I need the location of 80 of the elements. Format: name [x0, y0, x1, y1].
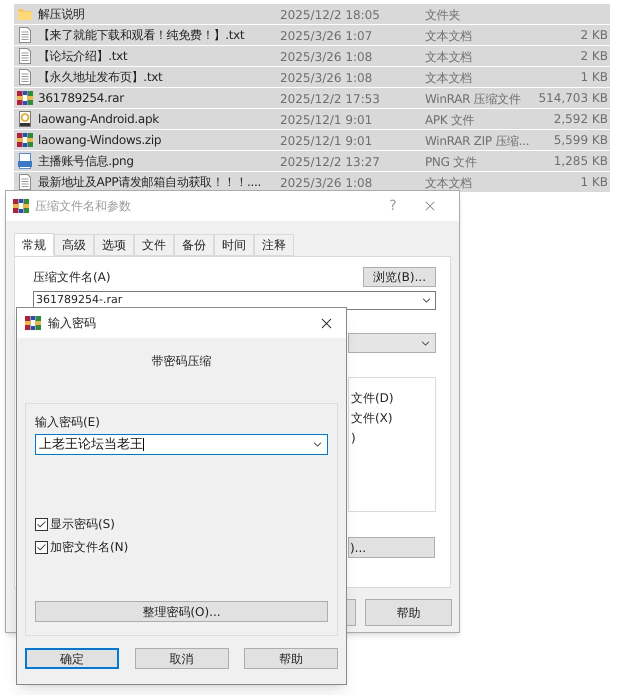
file-row[interactable]: 【论坛介绍】.txt 2025/3/26 1:08 文本文档 2 KB [14, 46, 610, 67]
organize-passwords-button[interactable]: 整理密码(O)... [35, 601, 328, 622]
file-date: 2025/3/26 1:07 [280, 29, 372, 43]
books-icon [13, 198, 29, 214]
file-type: 文件夹 [425, 8, 460, 22]
file-type: 文本文档 [425, 71, 472, 85]
books-icon [17, 90, 33, 106]
file-size: 2 KB [580, 48, 608, 65]
file-name: 最新地址及APP请发邮箱自动获取！！！.... [38, 174, 262, 191]
file-date: 2025/12/1 9:01 [280, 134, 372, 148]
file-type: 文本文档 [425, 176, 472, 190]
password-field[interactable]: 上老王论坛当老王 [35, 434, 328, 455]
file-type: 文本文档 [425, 29, 472, 43]
file-row[interactable]: 【来了就能下载和观看！纯免费！】.txt 2025/3/26 1:07 文本文档 2 KB [14, 25, 610, 46]
tab[interactable]: 备份 [174, 234, 214, 256]
field-label: 输入密码(E) [35, 414, 101, 431]
browse-button[interactable]: 浏览(B)... [363, 267, 436, 287]
file-name: 解压说明 [38, 6, 85, 23]
file-name: laowang-Android.apk [38, 111, 159, 128]
file-row[interactable]: 【永久地址发布页】.txt 2025/3/26 1:08 文本文档 1 KB [14, 67, 610, 88]
field-label: 压缩文件名(A) [33, 269, 111, 286]
file-date: 2025/12/2 18:05 [280, 8, 380, 22]
file-size: 5,599 KB [554, 132, 608, 149]
file-name: laowang-Windows.zip [38, 132, 162, 149]
file-row[interactable]: 解压说明 2025/12/2 18:05 文件夹 [14, 4, 610, 25]
checkbox[interactable] [35, 518, 48, 530]
file-size: 1,285 KB [554, 153, 608, 170]
checkbox[interactable] [35, 540, 48, 554]
file-size: 514,703 KB [538, 90, 608, 107]
tab[interactable]: 常规 [14, 233, 54, 256]
file-type: WinRAR 压缩文件 [425, 92, 520, 106]
option-label: 文件(X) [351, 410, 394, 427]
file-date: 2025/12/1 9:01 [280, 113, 372, 127]
document-icon [17, 48, 33, 64]
file-size: 1 KB [580, 174, 608, 191]
file-row[interactable]: laowang-Windows.zip 2025/12/1 9:01 WinRAR ZIP 压缩... 5,599 KB [14, 130, 610, 151]
folder-icon [17, 6, 33, 22]
dialog-button[interactable]: 取消 [134, 648, 228, 669]
dialog-button[interactable]: 帮助 [244, 648, 338, 669]
file-size: 2 KB [580, 27, 608, 44]
file-row[interactable]: 主播账号信息.png 2025/12/2 13:27 PNG 文件 1,285 KB [14, 151, 610, 172]
panel-button[interactable]: )... [348, 537, 435, 558]
document-icon [17, 27, 33, 43]
books-icon [25, 315, 41, 331]
checkbox-label: 加密文件名(N) [50, 539, 128, 556]
books-icon [17, 132, 33, 148]
file-type: WinRAR ZIP 压缩... [425, 134, 530, 148]
help-button[interactable]: 帮助 [365, 599, 452, 626]
window-title: 压缩文件名和参数 [35, 198, 132, 215]
file-name: 【来了就能下载和观看！纯免费！】.txt [38, 27, 244, 44]
document-icon [17, 69, 33, 85]
image-file-icon [17, 153, 33, 169]
file-size: 2,592 KB [554, 111, 608, 128]
file-date: 2025/3/26 1:08 [280, 176, 372, 190]
tab[interactable]: 高级 [54, 234, 94, 256]
file-type: PNG 文件 [425, 155, 477, 169]
file-date: 2025/12/2 13:27 [280, 155, 380, 169]
file-name: 主播账号信息.png [38, 153, 134, 170]
dialog-heading: 带密码压缩 [150, 353, 212, 370]
file-name: 【永久地址发布页】.txt [38, 69, 162, 86]
window-title: 输入密码 [48, 315, 97, 332]
tab[interactable]: 时间 [214, 234, 254, 256]
file-name: 【论坛介绍】.txt [38, 48, 128, 65]
file-date: 2025/12/2 17:53 [280, 92, 380, 106]
file-type: 文本文档 [425, 50, 472, 64]
file-size: 1 KB [580, 69, 608, 86]
file-row[interactable]: laowang-Android.apk 2025/12/1 9:01 APK 文件 2,592 KB [14, 109, 610, 130]
file-row[interactable]: 361789254.rar 2025/12/2 17:53 WinRAR 压缩文件 514,703 KB [14, 88, 610, 109]
option-label: ) [351, 430, 357, 447]
file-name: 361789254.rar [38, 90, 124, 107]
option-label: 文件(D) [351, 390, 395, 407]
file-date: 2025/3/26 1:08 [280, 50, 372, 64]
checkbox-label: 显示密码(S) [50, 516, 115, 533]
dialog-button[interactable]: 确定 [25, 648, 119, 669]
tab[interactable]: 注释 [254, 234, 294, 256]
tab[interactable]: 选项 [94, 234, 134, 256]
tab[interactable]: 文件 [134, 234, 174, 256]
file-date: 2025/3/26 1:08 [280, 71, 372, 85]
apk-file-icon [17, 111, 33, 127]
file-type: APK 文件 [425, 113, 474, 127]
